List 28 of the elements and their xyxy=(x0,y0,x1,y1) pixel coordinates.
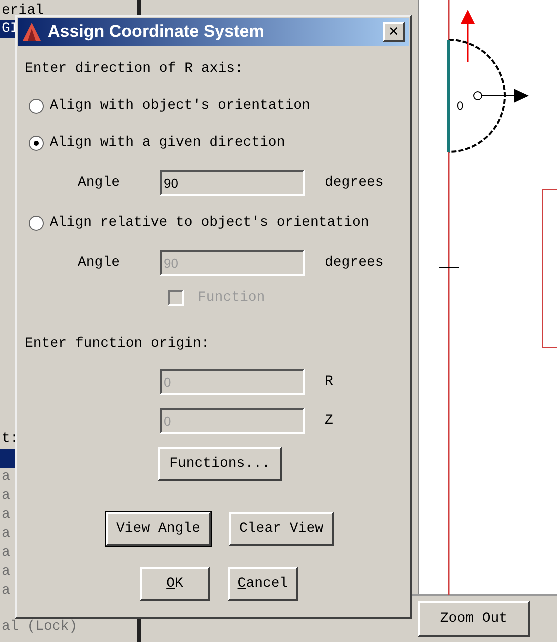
close-button[interactable]: ✕ xyxy=(383,22,405,42)
unit-label: degrees xyxy=(325,255,384,271)
section-heading: Enter direction of R axis: xyxy=(25,60,244,79)
axis-label: R xyxy=(325,374,334,390)
radio-label: Align with object's orientation xyxy=(50,98,310,114)
dialog-button[interactable]: Cancel xyxy=(228,567,298,601)
dialog-button[interactable]: OK xyxy=(140,567,210,601)
right-arrow-icon xyxy=(474,89,529,103)
view-button[interactable]: Clear View xyxy=(229,512,334,546)
field-label: Angle xyxy=(77,255,122,271)
zoom-out-button[interactable]: Zoom Out xyxy=(418,601,530,637)
section-heading: Enter function origin: xyxy=(25,335,211,354)
functions-button[interactable]: Functions... xyxy=(158,447,282,481)
radio-button[interactable] xyxy=(29,98,44,114)
radio-label: Align with a given direction xyxy=(50,135,286,151)
view-button[interactable]: View Angle xyxy=(106,512,211,546)
checkbox-label: Function xyxy=(198,290,266,306)
unit-label: degrees xyxy=(325,175,384,191)
logo-icon xyxy=(22,22,42,42)
angle-field[interactable]: 90 xyxy=(160,170,305,196)
radio-button[interactable] xyxy=(29,136,44,150)
radio-label: Align relative to object's orientation xyxy=(50,215,370,231)
field-label: Angle xyxy=(77,175,122,191)
origin-label: 0 xyxy=(457,99,464,113)
radio-button[interactable] xyxy=(29,216,44,230)
axis-label: Z xyxy=(325,413,334,429)
window-title: Assign Coordinate System xyxy=(48,22,266,42)
up-arrow-icon xyxy=(461,10,475,62)
